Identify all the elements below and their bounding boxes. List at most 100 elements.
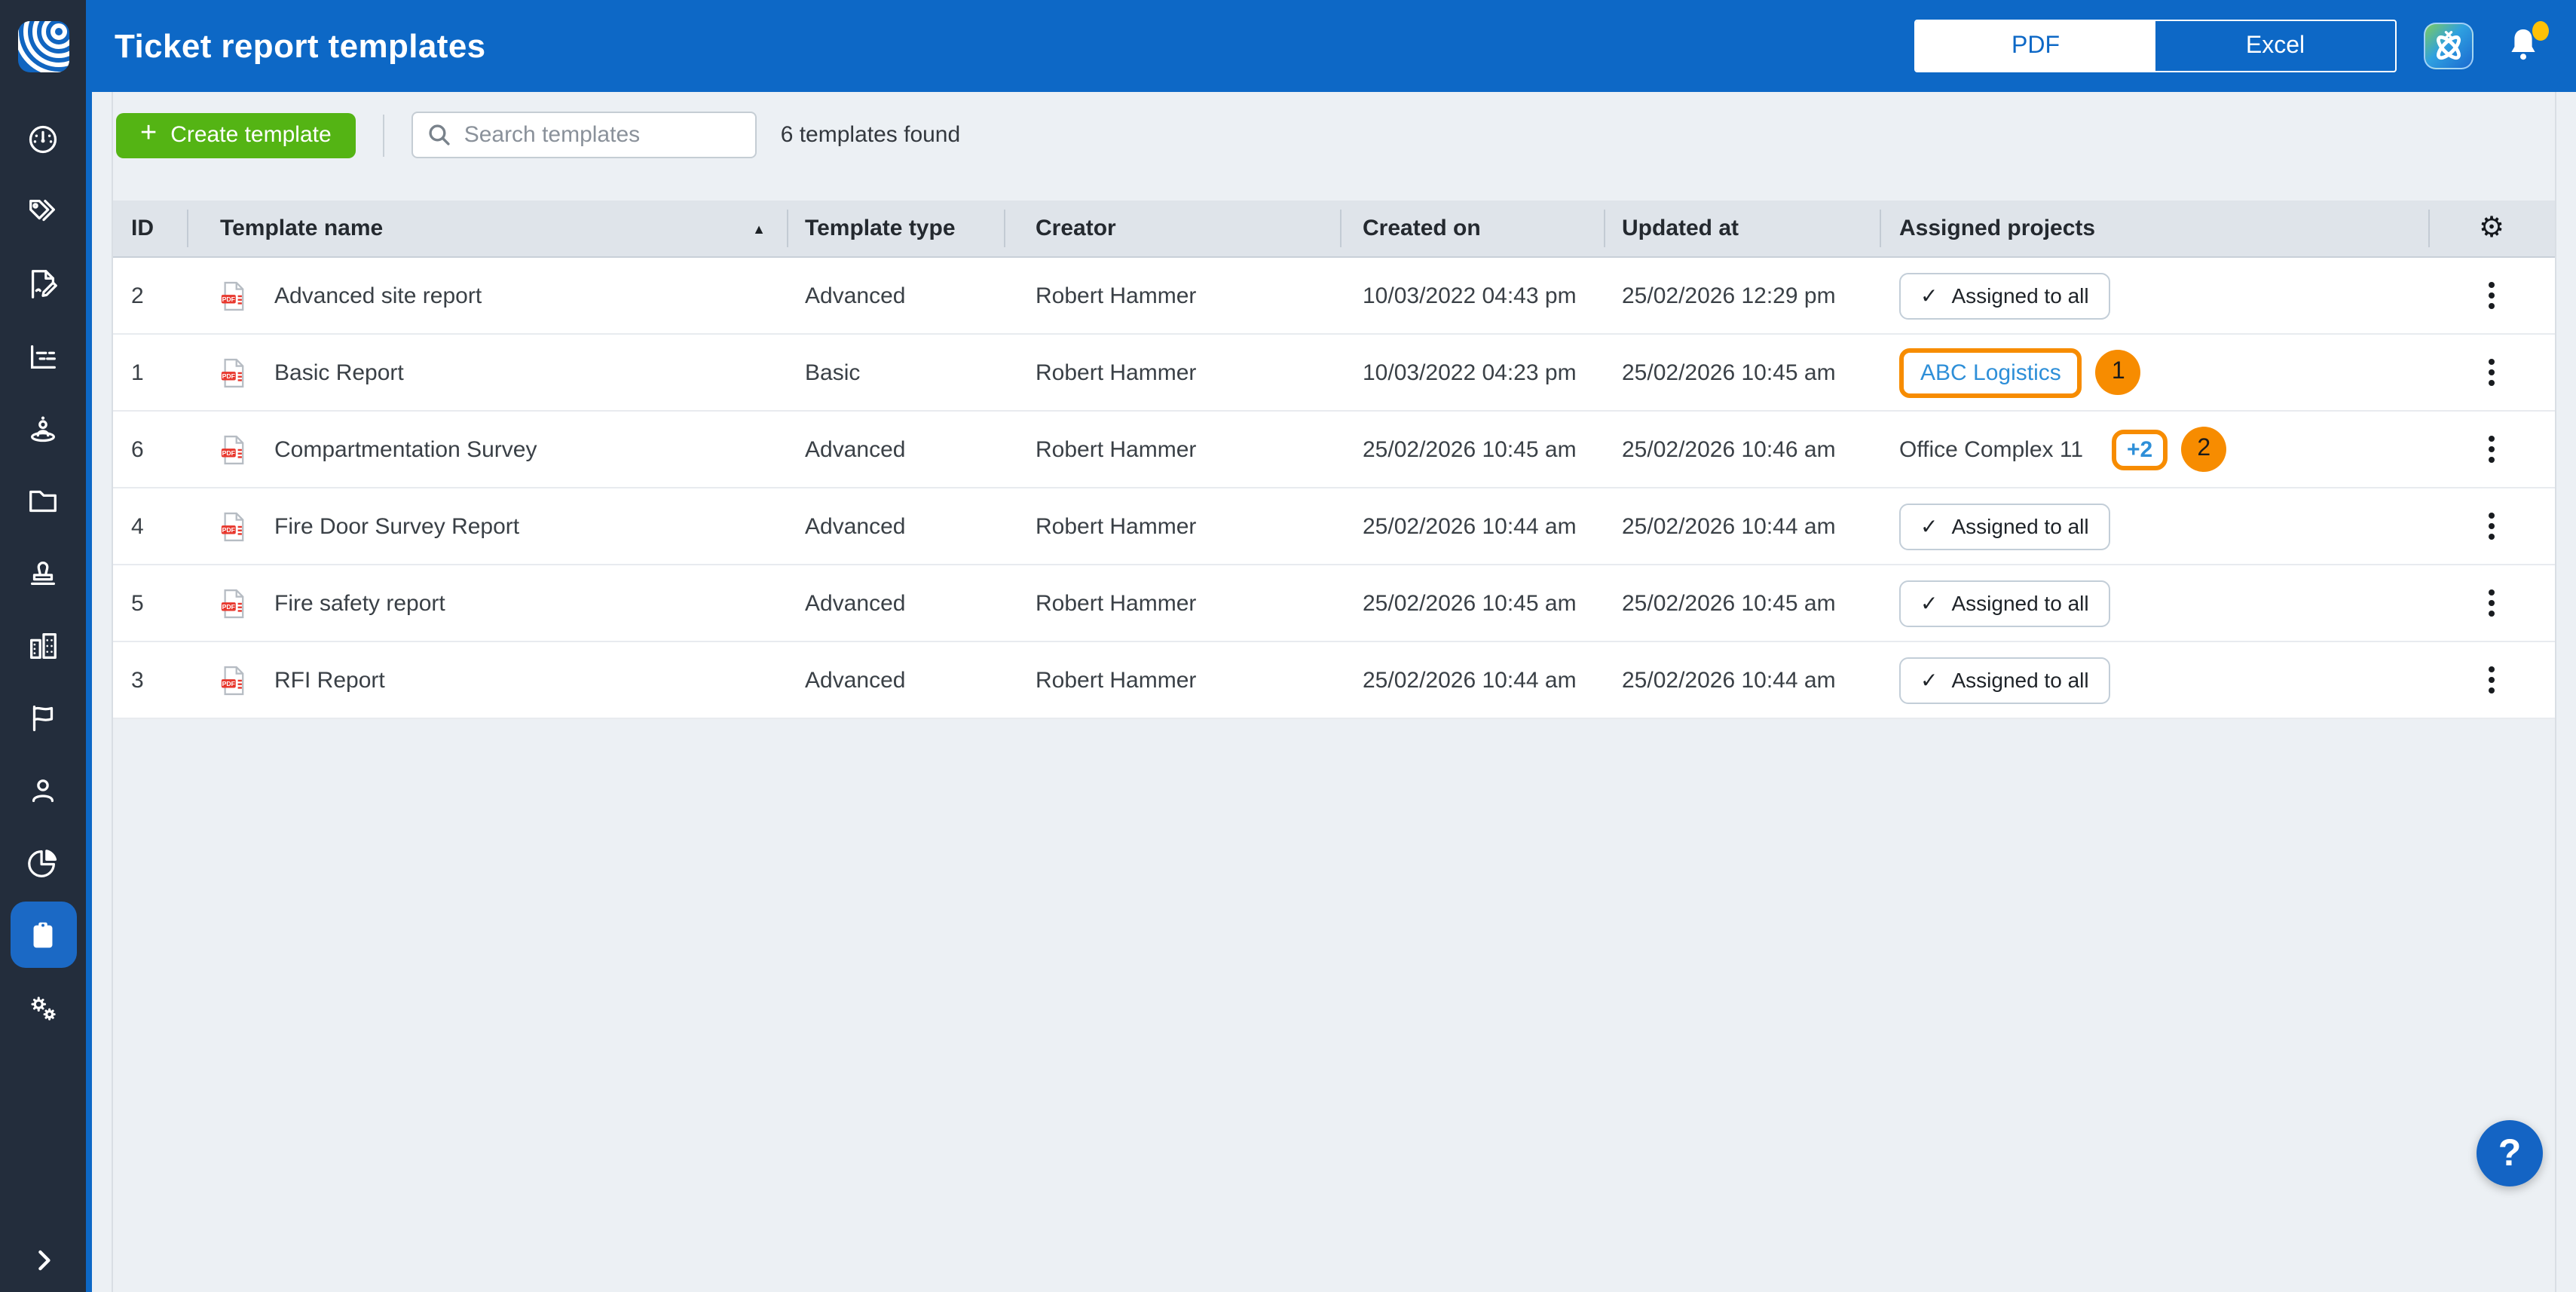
row-menu-button[interactable]	[2483, 276, 2501, 315]
cell-assigned-projects: Office Complex 11 +2 2	[1880, 427, 2428, 472]
cell-assigned-projects: ✓Assigned to all	[1880, 657, 2428, 703]
row-menu-button[interactable]	[2483, 430, 2501, 469]
app-switcher-button[interactable]	[2424, 23, 2474, 69]
gears-icon	[26, 990, 60, 1024]
sidebar-item-users[interactable]	[10, 754, 76, 826]
person-site-icon	[26, 411, 60, 445]
sidebar-item-reports[interactable]	[10, 320, 76, 392]
cell-assigned-projects: ✓Assigned to all	[1880, 272, 2428, 319]
column-header-id[interactable]: ID	[113, 201, 187, 256]
pdf-toggle-button[interactable]: PDF	[1916, 21, 2155, 71]
svg-text:PDF: PDF	[222, 449, 235, 456]
annotation-step-1-badge: 1	[2096, 350, 2141, 395]
cell-template-type: Advanced	[787, 283, 1004, 308]
column-settings-button[interactable]: ⚙	[2479, 214, 2504, 243]
sidebar-item-forms[interactable]	[10, 247, 76, 320]
main-content: + Create template 6 templates found ID	[92, 92, 2576, 1292]
row-menu-button[interactable]	[2483, 660, 2501, 700]
cell-template-type: Advanced	[787, 436, 1004, 462]
create-template-button[interactable]: + Create template	[116, 112, 356, 158]
plus-icon: +	[140, 119, 157, 148]
toolbar-divider	[383, 114, 384, 156]
column-header-updated-at[interactable]: Updated at	[1604, 201, 1880, 256]
table-row[interactable]: 5 PDF Fire safety report Advanced Robert…	[113, 565, 2555, 642]
cell-id: 5	[113, 590, 187, 616]
sidebar-item-ticket-report-templates[interactable]	[10, 902, 76, 968]
svg-text:PDF: PDF	[222, 372, 235, 379]
sidebar-item-analytics[interactable]	[10, 826, 76, 899]
results-count: 6 templates found	[781, 122, 961, 148]
assigned-project-link[interactable]: ABC Logistics	[1920, 360, 2061, 385]
assigned-to-all-chip[interactable]: ✓Assigned to all	[1899, 580, 2110, 626]
check-icon: ✓	[1920, 590, 1938, 616]
sidebar-item-flags[interactable]	[10, 681, 76, 754]
table-row[interactable]: 4 PDF Fire Door Survey Report Advanced R…	[113, 488, 2555, 565]
svg-text:PDF: PDF	[222, 679, 235, 687]
help-button[interactable]: ?	[2477, 1120, 2543, 1186]
stamp-icon	[26, 556, 60, 590]
table-row[interactable]: 6 PDF Compartmentation Survey Advanced R…	[113, 412, 2555, 488]
sidebar-item-site-contacts[interactable]	[10, 392, 76, 464]
chart-icon	[26, 338, 60, 373]
assigned-project-name: Office Complex 11	[1899, 436, 2083, 462]
arc-shell-logo-icon	[17, 20, 69, 72]
assigned-to-all-chip[interactable]: ✓Assigned to all	[1899, 657, 2110, 703]
cell-created-on: 25/02/2026 10:44 am	[1340, 513, 1604, 539]
svg-text:PDF: PDF	[222, 525, 235, 533]
column-header-template-name[interactable]: Template name ▲	[187, 201, 787, 256]
column-header-creator[interactable]: Creator	[1004, 201, 1340, 256]
row-menu-button[interactable]	[2483, 583, 2501, 623]
cell-template-name: PDF Fire safety report	[187, 587, 787, 619]
templates-table: ID Template name ▲ Template type Creator…	[113, 201, 2555, 719]
sidebar-item-stamps[interactable]	[10, 537, 76, 609]
page-title: Ticket report templates	[115, 26, 486, 66]
table-row[interactable]: 2 PDF Advanced site report Advanced Robe…	[113, 258, 2555, 335]
table-header-row: ID Template name ▲ Template type Creator…	[113, 201, 2555, 258]
notification-badge	[2532, 20, 2549, 40]
sidebar-item-documents[interactable]	[10, 464, 76, 537]
column-header-assigned-projects[interactable]: Assigned projects	[1880, 201, 2428, 256]
assigned-to-all-chip[interactable]: ✓Assigned to all	[1899, 503, 2110, 550]
chevron-right-icon	[26, 1244, 60, 1277]
sidebar-item-dashboard[interactable]	[10, 103, 76, 175]
cell-created-on: 10/03/2022 04:43 pm	[1340, 283, 1604, 308]
table-row[interactable]: 3 PDF RFI Report Advanced Robert Hammer …	[113, 642, 2555, 719]
notifications-button[interactable]	[2504, 25, 2543, 67]
cell-template-name: PDF RFI Report	[187, 664, 787, 696]
cell-created-on: 25/02/2026 10:45 am	[1340, 436, 1604, 462]
sidebar	[0, 0, 92, 1292]
cell-id: 1	[113, 360, 187, 385]
app-logo[interactable]	[17, 20, 69, 72]
pie-chart-icon	[26, 845, 60, 880]
folder-icon	[26, 483, 60, 518]
check-icon: ✓	[1920, 513, 1938, 539]
row-menu-button[interactable]	[2483, 507, 2501, 546]
sidebar-expand-button[interactable]	[0, 1244, 86, 1277]
templates-panel: + Create template 6 templates found ID	[112, 92, 2556, 1292]
toolbar: + Create template 6 templates found	[113, 112, 2555, 158]
cell-updated-at: 25/02/2026 10:44 am	[1604, 513, 1880, 539]
cell-assigned-projects: ✓Assigned to all	[1880, 503, 2428, 550]
app-window: Ticket report templates PDF Excel	[0, 0, 2576, 1292]
assigned-to-all-chip[interactable]: ✓Assigned to all	[1899, 272, 2110, 319]
check-icon: ✓	[1920, 667, 1938, 693]
cell-template-type: Basic	[787, 360, 1004, 385]
butterfly-app-icon	[2428, 26, 2469, 66]
cell-creator: Robert Hammer	[1004, 590, 1340, 616]
cell-updated-at: 25/02/2026 10:45 am	[1604, 360, 1880, 385]
column-header-created-on[interactable]: Created on	[1340, 201, 1604, 256]
more-projects-badge[interactable]: +2	[2127, 436, 2152, 462]
row-menu-button[interactable]	[2483, 353, 2501, 392]
cell-id: 3	[113, 667, 187, 693]
sidebar-item-tags[interactable]	[10, 175, 76, 247]
table-row[interactable]: 1 PDF Basic Report Basic Robert Hammer 1…	[113, 335, 2555, 412]
clipboard-icon	[26, 917, 60, 952]
sidebar-item-settings[interactable]	[10, 971, 76, 1043]
excel-toggle-button[interactable]: Excel	[2155, 21, 2395, 71]
search-input[interactable]	[411, 112, 757, 158]
cell-template-type: Advanced	[787, 513, 1004, 539]
sidebar-item-companies[interactable]	[10, 609, 76, 681]
cell-creator: Robert Hammer	[1004, 283, 1340, 308]
column-header-template-type[interactable]: Template type	[787, 201, 1004, 256]
cell-created-on: 10/03/2022 04:23 pm	[1340, 360, 1604, 385]
